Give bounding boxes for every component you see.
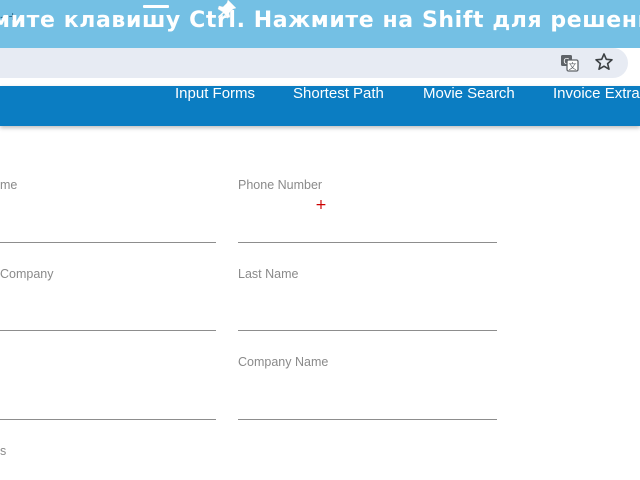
translate-icon[interactable]: G 文 xyxy=(560,53,580,73)
click-marker-icon: + xyxy=(315,197,327,213)
last-name-field[interactable] xyxy=(238,300,497,331)
company-name-field[interactable] xyxy=(238,389,497,420)
first-name-label: me xyxy=(0,178,18,192)
instruction-overlay-text: мите клавишу Ctrl. Нажмите на Shift для … xyxy=(0,8,640,33)
company-field[interactable] xyxy=(0,300,216,331)
left-field-3-input[interactable] xyxy=(0,389,216,420)
phone-number-field[interactable] xyxy=(238,212,497,243)
pin-icon[interactable] xyxy=(215,0,239,22)
company-label: Company xyxy=(0,267,54,281)
nav-item-shortest-path[interactable]: Shortest Path xyxy=(293,86,384,101)
active-tab-indicator xyxy=(143,5,169,8)
company-name-label: Company Name xyxy=(238,355,329,369)
nav-item-movie-search[interactable]: Movie Search xyxy=(423,86,515,101)
phone-number-label: Phone Number xyxy=(238,178,323,192)
screen: - + мите клавишу Ctrl. Нажмите на Shift … xyxy=(0,0,640,480)
first-name-field[interactable] xyxy=(0,212,216,243)
site-navbar: Input Forms Shortest Path Movie Search I… xyxy=(0,86,640,126)
star-icon[interactable] xyxy=(593,51,615,73)
address-bar[interactable] xyxy=(0,48,628,78)
tab-strip: - + мите клавишу Ctrl. Нажмите на Shift … xyxy=(0,0,640,48)
svg-text:文: 文 xyxy=(569,61,577,71)
browser-toolbar: G 文 xyxy=(0,48,640,86)
left-field-4-label: s xyxy=(0,444,7,458)
nav-item-invoice-extraction[interactable]: Invoice Extra xyxy=(553,86,640,101)
last-name-label: Last Name xyxy=(238,267,299,281)
nav-item-input-forms[interactable]: Input Forms xyxy=(175,86,255,101)
